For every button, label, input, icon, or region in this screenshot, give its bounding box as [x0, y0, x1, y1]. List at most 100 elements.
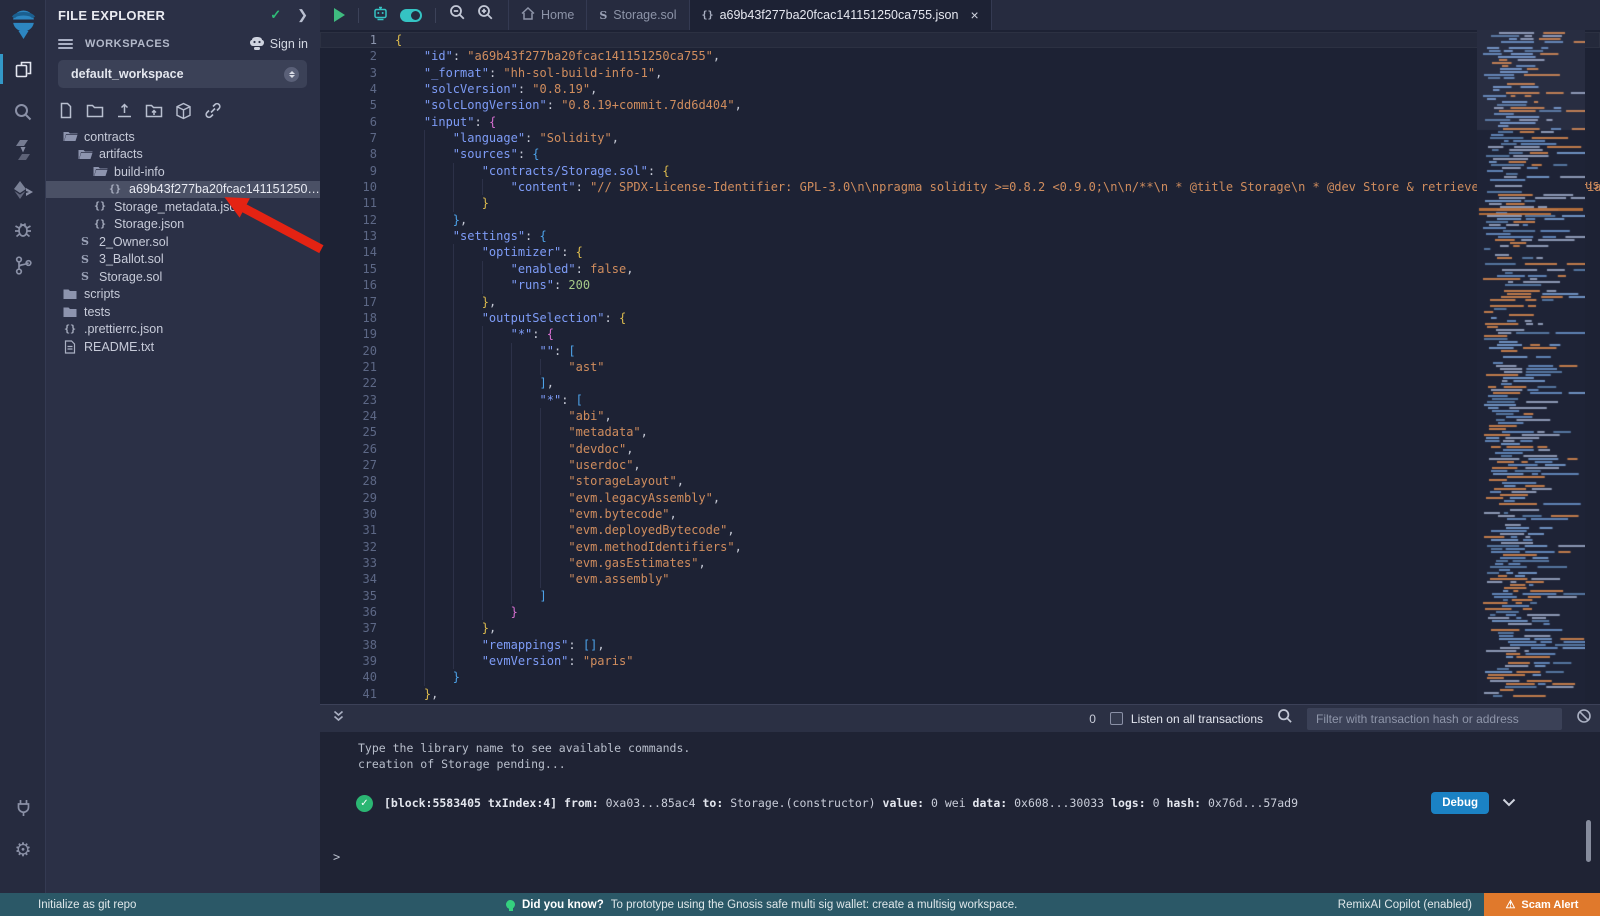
tree-item[interactable]: S3_Ballot.sol [46, 251, 320, 269]
terminal-prompt[interactable]: > [333, 850, 340, 864]
solidity-compiler-icon[interactable] [0, 133, 46, 167]
zoom-in-icon[interactable] [477, 4, 494, 26]
clear-console-icon[interactable] [1576, 708, 1592, 729]
file-icon [62, 340, 78, 354]
tree-item[interactable]: scripts [46, 286, 320, 304]
code-line: 5 "solcLongVersion": "0.8.19+commit.7dd6… [320, 97, 1600, 113]
code-line: 33 "evm.gasEstimates", [320, 555, 1600, 571]
tab-home[interactable]: Home [508, 0, 587, 30]
workspace-select[interactable]: default_workspace [58, 60, 307, 88]
tree-item[interactable]: SStorage.sol [46, 268, 320, 286]
transaction-row[interactable]: ✓ [block:5583405 txIndex:4] from: 0xa03.… [356, 790, 1470, 816]
tab-list: Home SStorage.sol{}a69b43f277ba20fcac1411… [508, 0, 992, 30]
settings-icon[interactable]: ⚙ [0, 833, 46, 867]
expand-terminal-icon[interactable] [332, 709, 345, 728]
code-line: 6 "input": { [320, 114, 1600, 130]
tree-item[interactable]: S 2_Owner.sol [46, 233, 320, 251]
copilot-toggle[interactable] [400, 9, 422, 22]
workspace-menu-icon[interactable] [58, 37, 73, 51]
debug-button[interactable]: Debug [1431, 792, 1489, 814]
tree-item[interactable]: {}Storage.json [46, 216, 320, 234]
line-number: 30 [320, 506, 377, 522]
sign-in-button[interactable]: Sign in [249, 37, 308, 51]
line-content: "outputSelection": { [377, 310, 626, 326]
terminal-scrollbar[interactable] [1586, 820, 1591, 862]
line-number: 24 [320, 408, 377, 424]
tx-expand-chevron-icon[interactable] [1502, 796, 1516, 810]
line-number: 33 [320, 555, 377, 571]
cube-icon[interactable] [175, 102, 192, 120]
listen-checkbox[interactable] [1110, 712, 1123, 725]
tree-item-label: Storage_metadata.json [114, 200, 243, 214]
close-tab-icon[interactable]: × [970, 7, 978, 23]
code-editor[interactable]: 1{2 "id": "a69b43f277ba20fcac141151250ca… [320, 30, 1600, 704]
scam-alert-badge[interactable]: ⚠ Scam Alert [1484, 893, 1600, 916]
code-line: 23 "*": [ [320, 392, 1600, 408]
code-line: 41 }, [320, 686, 1600, 702]
line-number: 7 [320, 130, 377, 146]
file-explorer-icon[interactable] [0, 52, 46, 86]
upload-file-icon[interactable] [116, 102, 133, 120]
upload-folder-icon[interactable] [145, 102, 163, 120]
remix-logo-icon[interactable] [0, 6, 46, 42]
new-file-icon[interactable] [58, 102, 74, 120]
code-line: 15 "enabled": false, [320, 261, 1600, 277]
terminal-search-icon[interactable] [1277, 708, 1293, 729]
tree-item[interactable]: tests [46, 303, 320, 321]
code-line: 8 "sources": { [320, 146, 1600, 162]
tab-storage-sol[interactable]: SStorage.sol [587, 0, 689, 30]
tree-item[interactable]: contracts [46, 128, 320, 146]
search-icon[interactable] [0, 95, 46, 129]
line-number: 12 [320, 212, 377, 228]
tab-label: Home [541, 8, 574, 22]
minimap[interactable] [1477, 30, 1585, 704]
line-content: }, [377, 294, 496, 310]
deploy-run-icon[interactable] [0, 173, 46, 207]
collapse-chevron-icon[interactable]: ❯ [297, 7, 308, 23]
plugin-manager-icon[interactable] [0, 790, 46, 824]
code-line: 35 ] [320, 588, 1600, 604]
code-line: 4 "solcVersion": "0.8.19", [320, 81, 1600, 97]
tree-item-label: artifacts [99, 147, 143, 161]
verified-check-icon: ✓ [270, 7, 281, 23]
status-bar: Initialize as git repo Did you know? To … [0, 893, 1600, 916]
solidity-icon: S [77, 235, 93, 248]
run-script-button[interactable] [334, 8, 345, 22]
debugger-icon[interactable] [0, 212, 46, 246]
code-line: 16 "runs": 200 [320, 277, 1600, 293]
link-icon[interactable] [204, 102, 222, 120]
tab-a69b43f277ba20fcac141151250ca755-json[interactable]: {}a69b43f277ba20fcac141151250ca755.json× [690, 0, 992, 30]
tree-item-label: 2_Owner.sol [99, 235, 168, 249]
tree-item[interactable]: {}Storage_metadata.json [46, 198, 320, 216]
tree-item[interactable]: {}.prettierrc.json [46, 321, 320, 339]
tree-item[interactable]: build-info [46, 163, 320, 181]
tx-success-icon: ✓ [356, 795, 373, 812]
code-line: 26 "devdoc", [320, 441, 1600, 457]
ai-copilot-robot-icon[interactable] [372, 4, 389, 26]
code-line: 31 "evm.deployedBytecode", [320, 522, 1600, 538]
line-number: 22 [320, 375, 377, 391]
tree-item-label: Storage.sol [99, 270, 162, 284]
tree-item[interactable]: {}a69b43f277ba20fcac141151250ca7... [46, 181, 320, 199]
line-content: "evm.legacyAssembly", [377, 490, 720, 506]
git-init-status[interactable]: Initialize as git repo [0, 899, 136, 911]
github-icon [249, 37, 265, 51]
tree-item[interactable]: artifacts [46, 146, 320, 164]
transaction-filter-input[interactable] [1307, 708, 1562, 730]
line-content: }, [377, 620, 496, 636]
tree-item[interactable]: README.txt [46, 338, 320, 356]
new-folder-icon[interactable] [86, 102, 104, 120]
tree-item-label: tests [84, 305, 110, 319]
line-number: 15 [320, 261, 377, 277]
line-number: 1 [320, 32, 377, 48]
tree-item-label: README.txt [84, 340, 154, 354]
bulb-icon [506, 900, 515, 909]
tab-label: Storage.sol [613, 8, 676, 22]
terminal-content[interactable]: Type the library name to see available c… [320, 732, 1600, 893]
line-content: "*": { [377, 326, 554, 342]
copilot-status[interactable]: RemixAI Copilot (enabled) [1338, 899, 1472, 911]
code-line: 28 "storageLayout", [320, 473, 1600, 489]
zoom-out-icon[interactable] [449, 4, 466, 26]
line-content: "remappings": [], [377, 637, 605, 653]
git-icon[interactable] [0, 248, 46, 282]
